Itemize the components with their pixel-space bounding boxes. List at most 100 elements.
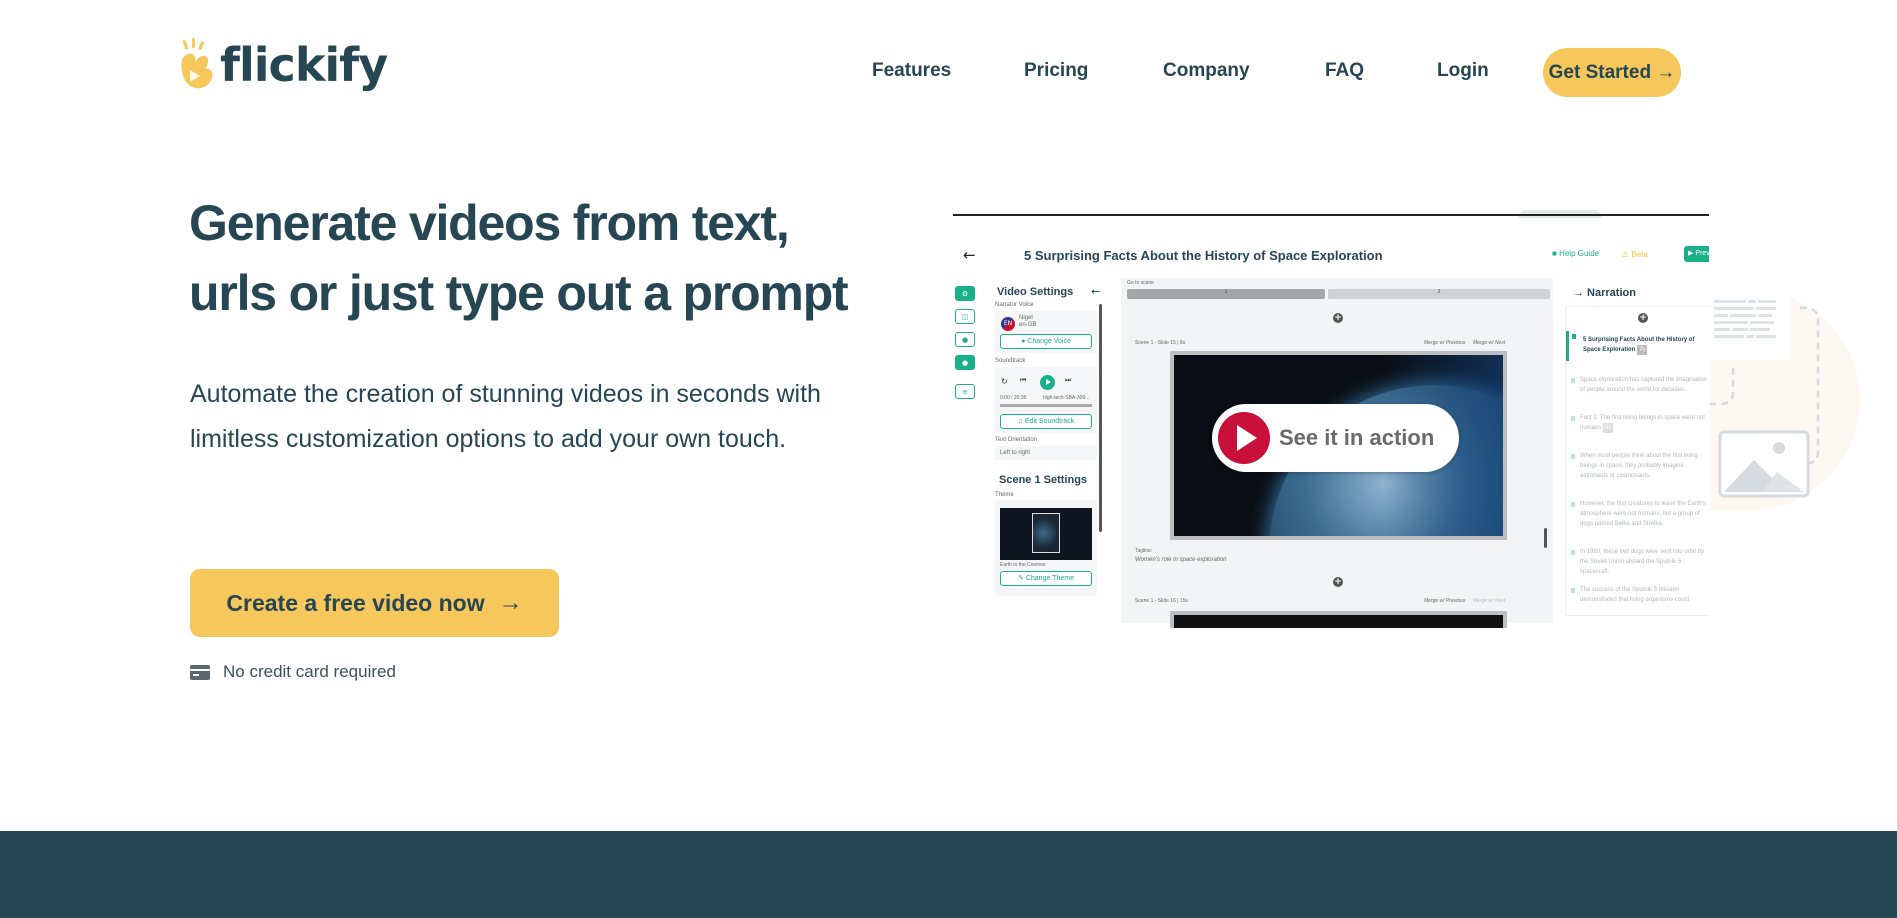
replay-icon: ↻ [1001, 377, 1008, 386]
hero-title: Generate videos from text, urls or just … [189, 188, 909, 328]
merge-next-link: Merge w/ Next [1473, 598, 1506, 604]
footer-band [0, 831, 1897, 918]
narration-list: + 5 Surprising Facts About the History o… [1565, 306, 1709, 616]
play-icon [1218, 412, 1270, 464]
logo-text: flickify [220, 38, 388, 92]
voice-name: Nigel [1019, 315, 1033, 321]
duration-badge: 7s [1637, 345, 1648, 355]
add-slide-icon: + [1333, 313, 1343, 323]
scene-tab-2: 2 [1328, 289, 1550, 299]
scene-tab-1: 1 [1127, 289, 1325, 299]
narration-panel: → Narration + 5 Surprising Facts About t… [1565, 278, 1709, 623]
nav-login[interactable]: Login [1437, 60, 1489, 82]
change-voice-button: ● Change Voice [1000, 334, 1092, 349]
theme-thumbnail [1000, 508, 1092, 560]
narration-item: Space exploration has captured the imagi… [1566, 375, 1709, 395]
earth-image: See it in action [1174, 355, 1503, 536]
see-it-in-action-button[interactable]: See it in action [1212, 404, 1459, 472]
decorative-illustration [1710, 280, 1897, 520]
see-it-in-action-label: See it in action [1279, 425, 1435, 450]
theme-label: Theme [995, 492, 1014, 498]
settings-icon: ⚙ [955, 286, 975, 301]
theme-box: Earth in the Cosmos ✎ Change Theme [995, 500, 1097, 596]
go-to-scene-label: Go to scene [1127, 280, 1154, 286]
icon-rail: ⚙ ◫ ● ● ≡ [955, 286, 979, 407]
nav-features[interactable]: Features [872, 60, 951, 82]
soundtrack-label: Soundtrack [995, 358, 1026, 364]
editor-scrollbar [1544, 528, 1547, 548]
scenes-icon: ◫ [955, 309, 975, 324]
soundtrack-time: 0:00 / 20:35 [1000, 395, 1027, 401]
credit-card-icon [190, 664, 210, 680]
hero-title-line-2: urls or just type out a prompt [189, 265, 849, 321]
merge-previous-link: Merge w/ Previous [1424, 340, 1466, 346]
narrator-voice-label: Narrator Voice [995, 302, 1034, 308]
text-orientation-select: Left to right [995, 446, 1097, 460]
create-video-button[interactable]: Create a free video now → [190, 569, 559, 637]
panel-scrollbar [1099, 304, 1102, 532]
list-icon: ≡ [955, 384, 975, 399]
preview-divider [953, 214, 1709, 216]
app-preview[interactable]: ← 5 Surprising Facts About the History o… [953, 208, 1709, 628]
microphone-icon: ● [955, 355, 975, 370]
nav-faq[interactable]: FAQ [1325, 60, 1364, 82]
tagline-label: Tagline: [1135, 548, 1153, 554]
scene-editor: Go to scene 1 2 + Scene 1 - Slide 15 | 8… [1121, 278, 1553, 628]
scene-tabs: 1 2 [1127, 289, 1550, 299]
narration-item: 5 Surprising Facts About the History of … [1566, 331, 1709, 361]
narration-item: Fact 1: The first living beings in space… [1566, 413, 1709, 433]
text-orientation-value: Left to right [1000, 450, 1031, 456]
slide-16-label: Scene 1 - Slide 16 | 15s [1135, 598, 1188, 604]
video-settings-title: Video Settings [997, 286, 1074, 298]
voice-avatar: EN [1001, 317, 1015, 331]
voice-locale: en-GB [1019, 322, 1037, 328]
narrator-voice-box: EN Nigel en-GB ● Change Voice [995, 311, 1097, 353]
nav-pricing[interactable]: Pricing [1024, 60, 1088, 82]
change-theme-button: ✎ Change Theme [1000, 571, 1092, 586]
soundtrack-seek-bar [1000, 404, 1092, 407]
merge-previous-link: Merge w/ Previous [1424, 598, 1466, 604]
narration-item: In 1960, these two dogs were sent into o… [1566, 547, 1709, 577]
slide-15-label: Scene 1 - Slide 15 | 8s [1135, 340, 1186, 346]
document-image-icon [1710, 290, 1820, 498]
soundtrack-name: high-tech-SBA-300... [1043, 395, 1090, 401]
arrow-right-icon: → [498, 589, 523, 616]
video-settings-panel: Video Settings ← Narrator Voice EN Nigel… [995, 278, 1107, 618]
skip-back-icon: ⏮ [1020, 377, 1027, 384]
eye-icon: ● [955, 332, 975, 347]
narration-item: The success of the Sputnik 5 mission dem… [1566, 585, 1709, 605]
back-arrow-icon: ← [963, 246, 976, 264]
help-guide-label: Help Guide [1559, 249, 1600, 258]
collapse-arrow-icon: ← [1091, 285, 1101, 298]
nav-company[interactable]: Company [1163, 60, 1250, 82]
text-orientation-label: Text Orientation [995, 437, 1038, 443]
narration-item: When most people think about the first l… [1566, 451, 1709, 481]
create-video-label: Create a free video now [226, 589, 485, 616]
theme-name: Earth in the Cosmos [1000, 562, 1046, 568]
merge-next-link: Merge w/ Next [1473, 340, 1506, 346]
logo[interactable]: flickify [176, 38, 388, 92]
get-started-button[interactable]: Get Started → [1543, 48, 1681, 97]
add-slide-icon: + [1333, 577, 1343, 587]
no-credit-card-text: No credit card required [223, 662, 396, 681]
app-project-title: 5 Surprising Facts About the History of … [1024, 248, 1383, 263]
skip-forward-icon: ⏭ [1065, 377, 1072, 384]
hero-title-line-1: Generate videos from text, [189, 195, 790, 251]
play-icon [1040, 375, 1055, 390]
slide-preview-2 [1170, 611, 1507, 628]
narration-item: However, the first creatures to leave th… [1566, 499, 1709, 529]
slide-preview: See it in action [1170, 351, 1507, 540]
duration-badge: 6s [1603, 423, 1614, 433]
hero-subtitle: Automate the creation of stunning videos… [190, 380, 821, 453]
tagline-value: Women's role in space exploration [1135, 557, 1227, 563]
edit-soundtrack-button: ♫ Edit Soundtrack [1000, 414, 1092, 429]
beta-badge: ⚠ Beta [1622, 250, 1648, 259]
preview-button: ▶ Prev [1684, 246, 1709, 262]
add-narration-icon: + [1638, 313, 1648, 323]
logo-hand-icon [181, 38, 213, 89]
narration-title: → Narration [1573, 287, 1636, 299]
no-credit-card-note: No credit card required [190, 662, 396, 682]
help-guide-link: ■ Help Guide [1552, 249, 1600, 258]
soundtrack-box: ↻ ⏮ ⏭ 0:00 / 20:35 high-tech-SBA-300... … [995, 367, 1097, 433]
scene-settings-title: Scene 1 Settings [999, 474, 1088, 486]
